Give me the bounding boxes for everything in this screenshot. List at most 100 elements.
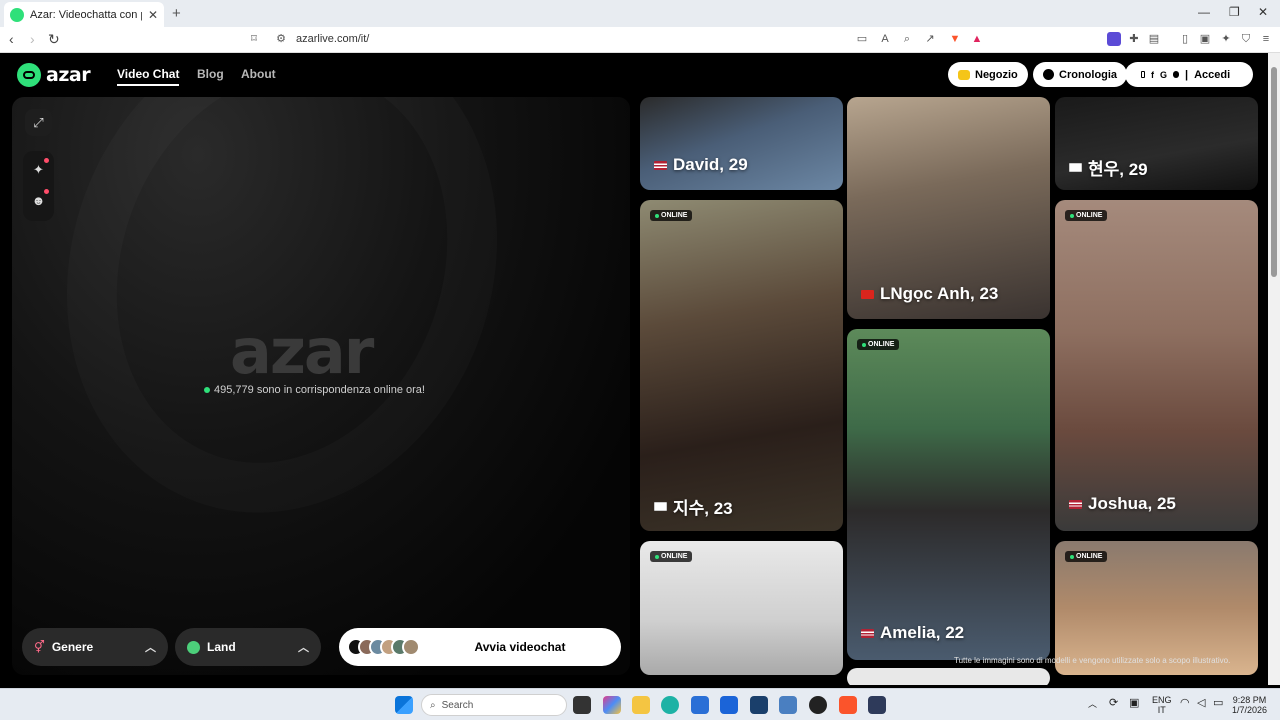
- window-close-icon[interactable]: ✕: [1258, 5, 1268, 19]
- fullscreen-icon[interactable]: ⤢: [25, 109, 52, 136]
- tab-search-icon[interactable]: ▤: [1147, 32, 1161, 46]
- online-badge: ONLINE: [650, 210, 693, 221]
- extensions-puzzle-icon[interactable]: ✚: [1127, 32, 1141, 46]
- app-icon[interactable]: [750, 696, 768, 714]
- url-field[interactable]: azarlive.com/it/: [296, 33, 369, 45]
- taskbar-search[interactable]: ⌕ Search: [421, 694, 567, 716]
- site-info-icon[interactable]: ⚙: [274, 32, 288, 46]
- kr-flag-icon: [654, 502, 667, 511]
- wifi-icon[interactable]: ◠: [1180, 698, 1190, 709]
- country-select[interactable]: Land ︿: [175, 628, 321, 666]
- leo-ai-icon[interactable]: ✦: [1219, 32, 1233, 46]
- kr-flag-icon: [1069, 163, 1082, 172]
- profile-card[interactable]: ONLINE Amelia, 22: [847, 329, 1050, 660]
- profile-card[interactable]: LNgọc Anh, 23: [847, 97, 1050, 319]
- clock-icon: [1043, 69, 1054, 80]
- us-flag-icon: [1069, 499, 1082, 509]
- country-label: Land: [207, 640, 236, 654]
- mail-icon[interactable]: [779, 696, 797, 714]
- windows-taskbar: ⌕ Search ︿ ⟳ ▣ ENG IT ◠ ◁ ▭ 9:28 PM 1/7/…: [0, 688, 1280, 720]
- new-tab-icon[interactable]: +: [172, 5, 181, 22]
- page-scrollbar[interactable]: [1268, 53, 1280, 685]
- azar-logo[interactable]: azar: [17, 63, 91, 87]
- app-icon[interactable]: [868, 696, 886, 714]
- restore-icon[interactable]: ❐: [1229, 5, 1240, 19]
- reload-icon[interactable]: ↻: [48, 31, 60, 48]
- chevron-up-icon: ︿: [298, 642, 309, 654]
- tab-close-icon[interactable]: ✕: [148, 8, 158, 22]
- start-icon[interactable]: [395, 696, 413, 714]
- address-bar: ‹ › ↻ ⌑ ⚙ azarlive.com/it/ ▭ A ⌕ ↗ ▼ ▲ ✚…: [0, 27, 1280, 53]
- profile-card[interactable]: David, 29: [640, 97, 843, 190]
- obs-icon[interactable]: [809, 696, 827, 714]
- bookmark-icon[interactable]: ⌑: [247, 32, 261, 46]
- sidebar-icon[interactable]: ▯: [1178, 32, 1192, 46]
- dropbox-icon[interactable]: [720, 696, 738, 714]
- share-icon[interactable]: ↗: [923, 32, 937, 46]
- gender-select[interactable]: ⚥ Genere ︿: [22, 628, 168, 666]
- profile-name-row: David, 29: [654, 155, 748, 175]
- clock[interactable]: 9:28 PM 1/7/2026: [1232, 695, 1267, 715]
- login-button[interactable]: f G | Accedi: [1125, 62, 1253, 87]
- effects-toolbar: ✦ ☻: [23, 151, 54, 221]
- menu-icon[interactable]: ≡: [1259, 32, 1273, 46]
- gender-label: Genere: [51, 640, 94, 654]
- apple-icon: [1173, 71, 1180, 78]
- scrollbar-thumb[interactable]: [1271, 67, 1277, 277]
- store-icon[interactable]: [691, 696, 709, 714]
- site-header: azar Video Chat Blog About Negozio Crono…: [4, 53, 1268, 97]
- profile-card[interactable]: 현우, 29: [1055, 97, 1258, 190]
- battery-icon[interactable]: ▭: [1213, 698, 1223, 709]
- translate-icon[interactable]: A: [878, 32, 892, 46]
- brave-shield-icon[interactable]: ▼: [948, 32, 962, 46]
- notification-dot: [44, 158, 49, 163]
- center-logo: azar: [230, 315, 374, 388]
- history-button[interactable]: Cronologia: [1033, 62, 1128, 87]
- profile-card[interactable]: ONLINE: [640, 541, 843, 675]
- volume-icon[interactable]: ◁: [1197, 698, 1205, 709]
- cast-icon[interactable]: ▭: [855, 32, 869, 46]
- copilot-icon[interactable]: [603, 696, 621, 714]
- brave-icon[interactable]: [839, 696, 857, 714]
- google-icon: G: [1160, 69, 1168, 80]
- globe-icon: [187, 640, 200, 654]
- start-videochat-button[interactable]: Avvia videochat: [339, 628, 621, 666]
- zoom-icon[interactable]: ⌕: [900, 32, 914, 46]
- profile-card[interactable]: ONLINE Joshua, 25: [1055, 200, 1258, 531]
- task-view-icon[interactable]: [573, 696, 591, 714]
- back-icon[interactable]: ‹: [9, 31, 14, 47]
- minimize-icon[interactable]: —: [1198, 5, 1210, 19]
- edge-icon[interactable]: [661, 696, 679, 714]
- tray-chevron-icon[interactable]: ︿: [1088, 699, 1097, 709]
- rewards-icon[interactable]: ▲: [970, 32, 984, 46]
- profile-card[interactable]: ONLINE: [1055, 541, 1258, 675]
- nav-blog[interactable]: Blog: [197, 67, 224, 81]
- online-badge: ONLINE: [1065, 210, 1108, 221]
- browser-tab[interactable]: Azar: Videochatta con persone n ✕: [4, 2, 164, 27]
- browser-tab-bar: Azar: Videochatta con persone n ✕ + — ❐ …: [0, 0, 1280, 27]
- vpn-icon[interactable]: ⛉: [1239, 32, 1253, 46]
- sync-icon[interactable]: ⟳: [1109, 698, 1118, 709]
- start-label: Avvia videochat: [474, 640, 566, 654]
- wallet-icon[interactable]: ▣: [1198, 32, 1212, 46]
- profile-card[interactable]: [847, 668, 1050, 685]
- us-flag-icon: [654, 160, 667, 170]
- shop-button[interactable]: Negozio: [948, 62, 1028, 87]
- forward-icon[interactable]: ›: [30, 31, 35, 47]
- tray-app-icon[interactable]: ▣: [1129, 698, 1139, 709]
- chevron-up-icon: ︿: [145, 642, 156, 654]
- extension-icon[interactable]: [1107, 32, 1121, 46]
- search-icon: ⌕: [430, 699, 436, 711]
- profile-name: LNgọc Anh, 23: [880, 284, 999, 303]
- gender-icon: ⚥: [34, 640, 45, 654]
- language-indicator[interactable]: ENG IT: [1152, 695, 1172, 715]
- profile-name: Joshua, 25: [1088, 494, 1176, 513]
- tab-title: Azar: Videochatta con persone n: [30, 8, 142, 21]
- online-badge: ONLINE: [857, 339, 900, 350]
- profile-name: Amelia, 22: [880, 623, 965, 642]
- nav-video-chat[interactable]: Video Chat: [117, 67, 180, 86]
- nav-about[interactable]: About: [241, 67, 276, 81]
- file-explorer-icon[interactable]: [632, 696, 650, 714]
- profile-card[interactable]: ONLINE 지수, 23: [640, 200, 843, 531]
- profile-name: David, 29: [673, 155, 748, 174]
